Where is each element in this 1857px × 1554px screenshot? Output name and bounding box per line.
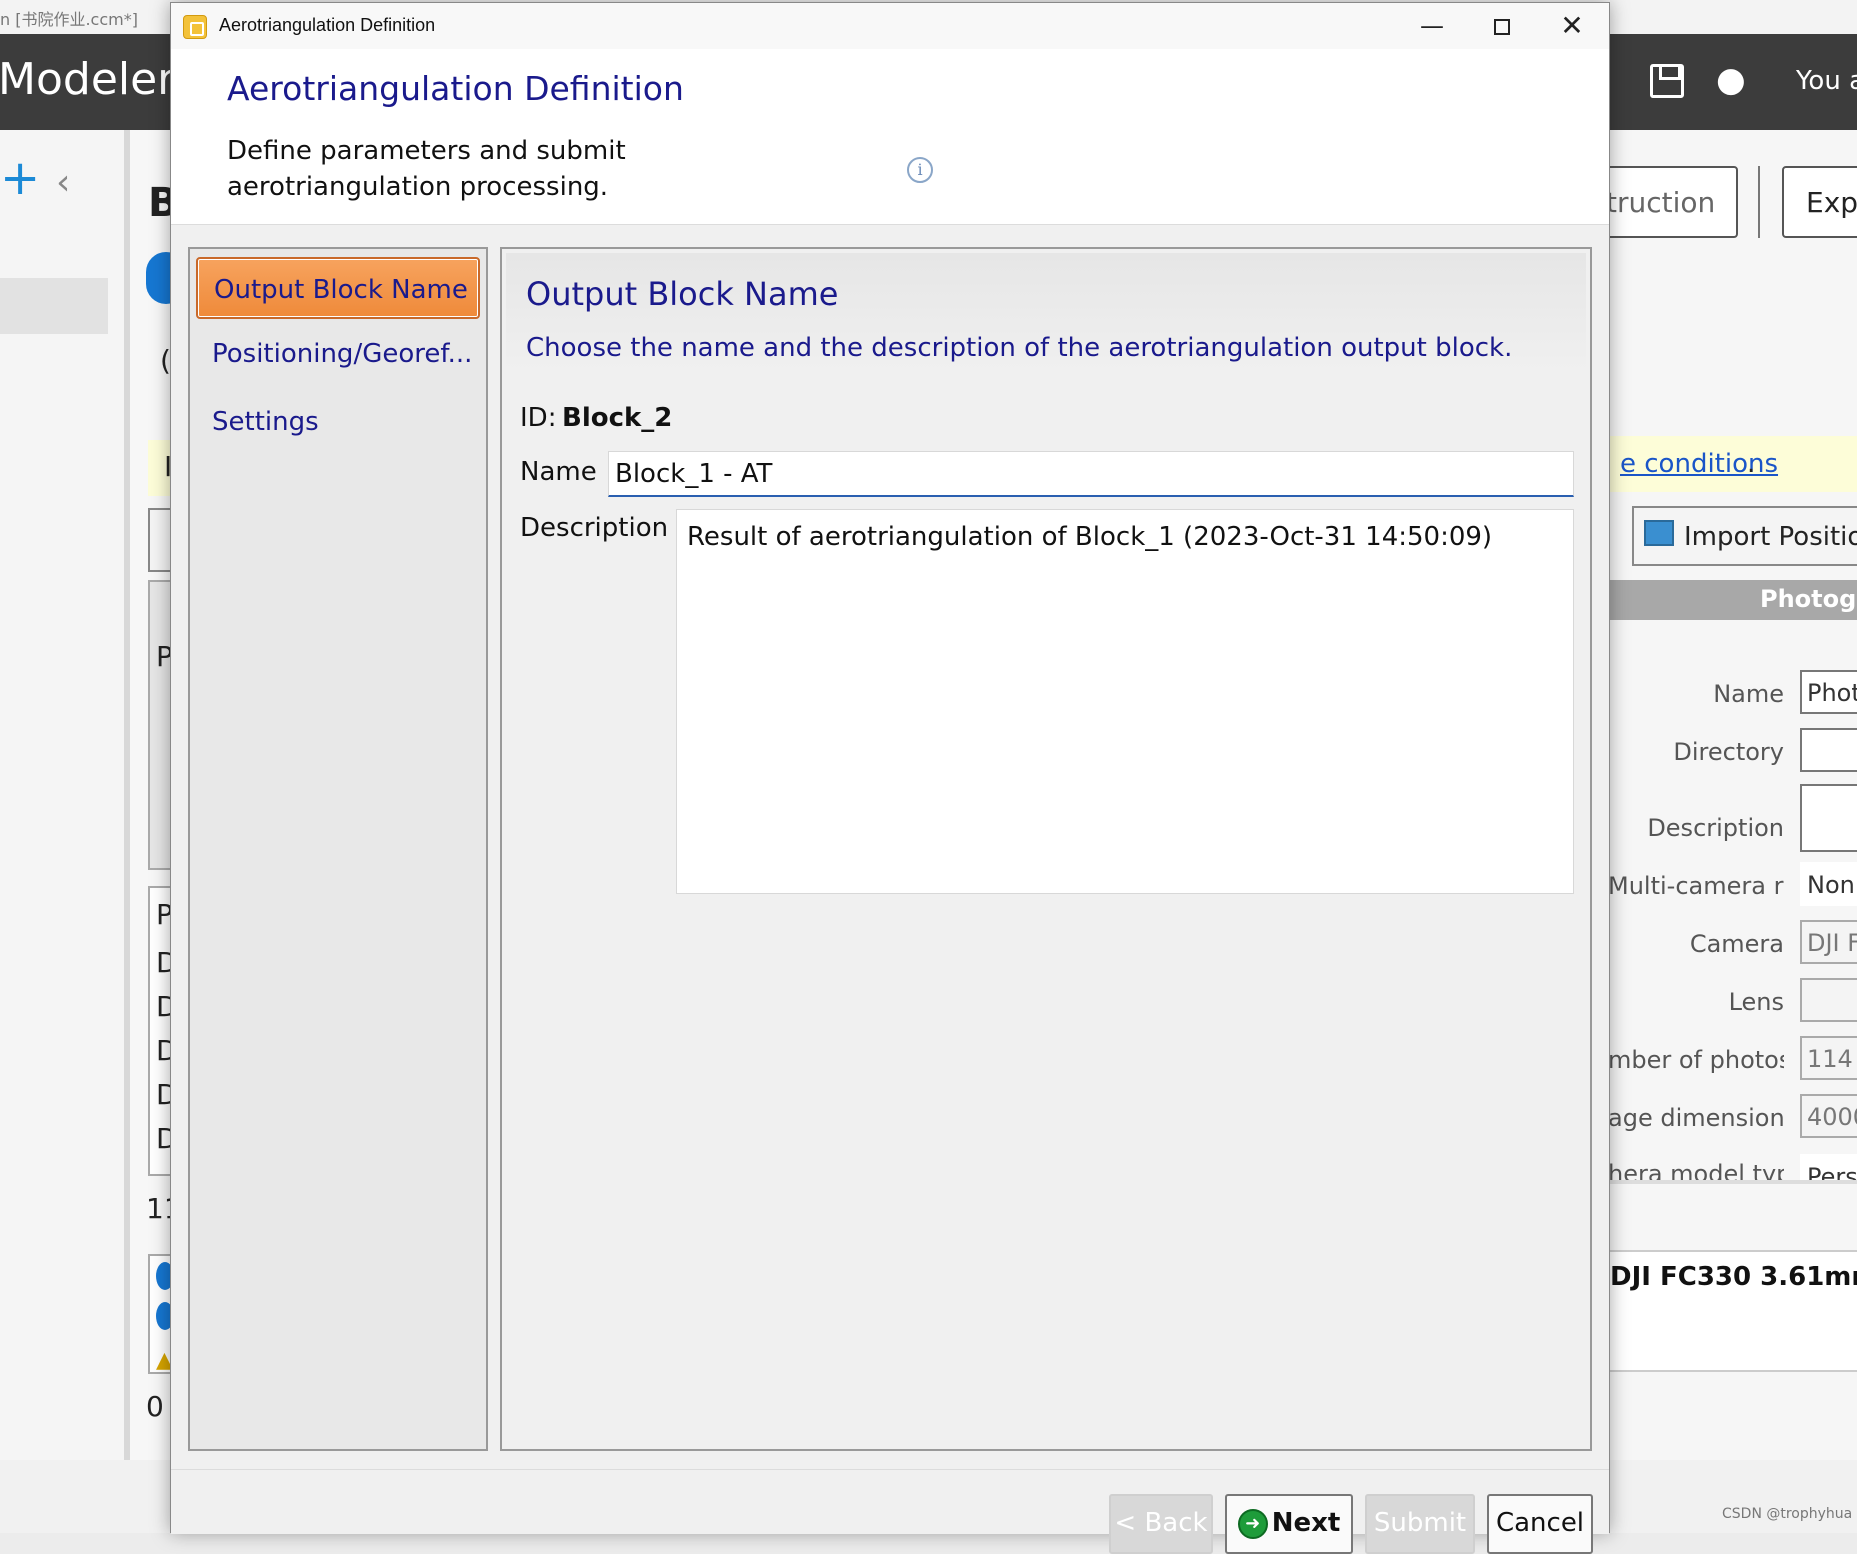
background-prop-label: Camera	[1689, 930, 1784, 958]
dialog-header: Aerotriangulation Definition Define para…	[171, 49, 1609, 225]
lightbulb-icon[interactable]: ●	[1716, 60, 1746, 100]
background-prop-value: 114	[1800, 1036, 1857, 1080]
submit-button[interactable]: Submit	[1365, 1494, 1475, 1554]
aerotriangulation-dialog: Aerotriangulation Definition — ✕ Aerotri…	[170, 2, 1610, 1554]
description-input[interactable]: Result of aerotriangulation of Block_1 (…	[676, 509, 1574, 894]
maximize-icon	[1494, 19, 1510, 35]
back-button[interactable]: < Back	[1109, 1494, 1213, 1554]
background-prop-label: Description	[1647, 814, 1784, 842]
step-settings[interactable]: Settings	[196, 391, 480, 453]
background-prop-value[interactable]: Non	[1800, 862, 1857, 906]
background-prop-label: Multi-camera rig	[1608, 872, 1784, 900]
background-prop-value: 4000	[1800, 1094, 1857, 1138]
section-title: Output Block Name	[526, 275, 839, 313]
save-icon[interactable]	[1650, 64, 1684, 98]
dialog-footer: < Back ➜ Next Submit Cancel	[171, 1469, 1609, 1554]
description-label: Description	[520, 513, 669, 543]
dialog-heading: Aerotriangulation Definition	[227, 69, 684, 108]
background-prop-label: age dimensions	[1608, 1104, 1784, 1132]
background-prop-label: mber of photos	[1608, 1046, 1784, 1074]
background-prop-row-clipped: hera model type Pers	[1608, 1148, 1857, 1180]
info-icon[interactable]: i	[907, 157, 933, 183]
step-output-block-name[interactable]: Output Block Name	[196, 257, 480, 319]
background-user-label[interactable]: You a	[1796, 66, 1857, 96]
background-prop-value	[1800, 978, 1857, 1022]
step-positioning-georef[interactable]: Positioning/Georef...	[196, 323, 480, 385]
background-prop-label: Name	[1713, 680, 1784, 708]
background-photogroup-header: Photogr	[1610, 580, 1857, 620]
watermark: CSDN @trophyhua	[1722, 1506, 1853, 1522]
import-icon	[1644, 520, 1674, 546]
background-notice-suffix: .	[1747, 449, 1756, 479]
cancel-button[interactable]: Cancel	[1487, 1494, 1593, 1554]
background-app-name: Modeler	[0, 54, 176, 105]
wizard-steps-panel: Output Block Name Positioning/Georef... …	[188, 247, 488, 1451]
chevron-left-icon[interactable]: ‹	[56, 165, 70, 201]
dialog-description: Define parameters and submit aerotriangu…	[227, 136, 626, 202]
plus-icon[interactable]: +	[0, 154, 40, 202]
close-button[interactable]: ✕	[1537, 3, 1607, 49]
section-header: Output Block Name Choose the name and th…	[506, 253, 1586, 373]
name-label: Name	[520, 457, 597, 487]
wizard-content-panel: Output Block Name Choose the name and th…	[500, 247, 1592, 1451]
id-label: ID:	[520, 403, 557, 433]
background-selected-item[interactable]	[0, 278, 108, 334]
id-value: Block_2	[562, 403, 673, 433]
section-subtitle: Choose the name and the description of t…	[526, 333, 1513, 363]
background-prop-label: hera model type	[1608, 1160, 1784, 1180]
background-export-button[interactable]: Expo	[1782, 166, 1857, 238]
background-toolbar-separator	[1758, 166, 1760, 238]
background-camera-name: DJI FC330 3.61mm 40	[1610, 1262, 1857, 1292]
background-prop-value[interactable]: Pers	[1800, 1154, 1857, 1180]
minimize-button[interactable]: —	[1397, 3, 1467, 49]
background-prop-label: Directory	[1673, 738, 1784, 766]
background-prop-value[interactable]	[1800, 784, 1857, 852]
background-splitter[interactable]	[1610, 1180, 1857, 1184]
name-input[interactable]	[608, 451, 1574, 497]
next-button[interactable]: ➜ Next	[1225, 1494, 1353, 1554]
arrow-right-icon: ➜	[1237, 1508, 1268, 1539]
background-prop-value[interactable]	[1800, 728, 1857, 772]
dialog-window-title: Aerotriangulation Definition	[219, 15, 436, 35]
app-icon	[183, 15, 207, 39]
background-prop-value: DJI F	[1800, 920, 1857, 964]
background-prop-value[interactable]: Phot	[1800, 670, 1857, 714]
maximize-button[interactable]	[1467, 3, 1537, 49]
next-button-label: Next	[1271, 1508, 1341, 1538]
dialog-title-bar[interactable]: Aerotriangulation Definition — ✕	[171, 3, 1609, 49]
background-fragment: 0	[146, 1390, 164, 1423]
background-prop-label: Lens	[1728, 988, 1784, 1016]
